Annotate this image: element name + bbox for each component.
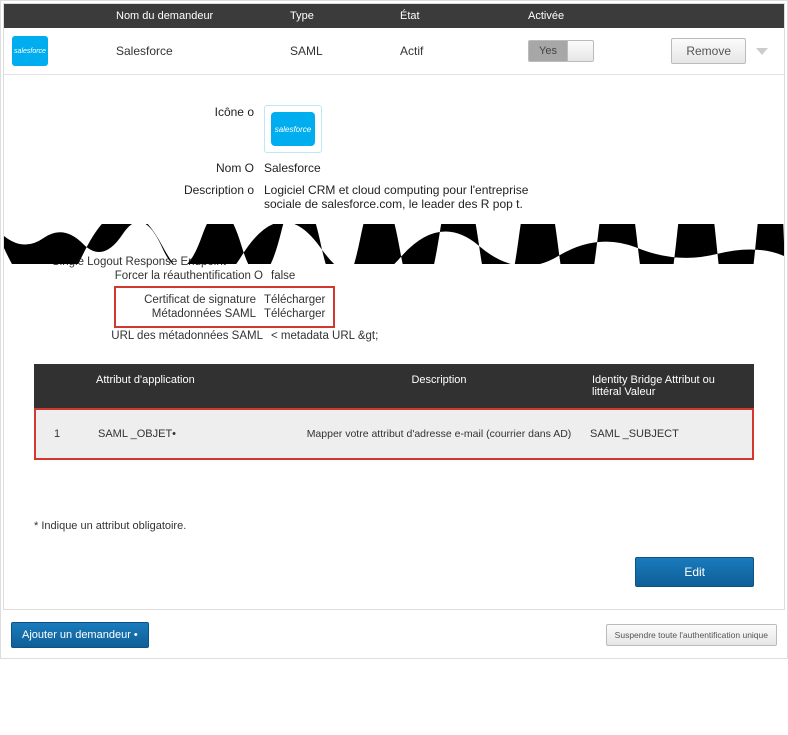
edit-button[interactable]: Edit xyxy=(635,557,754,587)
attr-row-desc: Mapper votre attribut d'adresse e-mail (… xyxy=(288,428,590,440)
attribute-table-section: Attribut d'application Description Ident… xyxy=(4,354,784,480)
icon-label: Icône o xyxy=(24,105,264,119)
required-footnote: * Indique un attribut obligatoire. xyxy=(4,480,784,557)
table-header: Nom du demandeur Type État Activée xyxy=(4,4,784,28)
post-tear-panel: Single Logout Response Endpoint Forcer l… xyxy=(4,256,784,354)
remove-button[interactable]: Remove xyxy=(671,38,746,64)
bottom-toolbar: Ajouter un demandeur • Suspendre toute l… xyxy=(3,610,785,656)
header-type: Type xyxy=(290,10,400,22)
download-cert-link[interactable]: Télécharger xyxy=(264,294,325,306)
download-highlight-box: Certificat de signature Télécharger Méta… xyxy=(114,286,335,328)
attr-table-header: Attribut d'application Description Ident… xyxy=(34,364,754,408)
active-toggle[interactable]: Yes xyxy=(528,40,594,62)
add-requester-button[interactable]: Ajouter un demandeur • xyxy=(11,622,149,648)
name-value: Salesforce xyxy=(264,161,564,175)
torn-paper-divider xyxy=(4,224,784,264)
metadata-url-value: < metadata URL &gt; xyxy=(271,330,378,342)
attr-row-highlight-box: 1 SAML _OBJET• Mapper votre attribut d'a… xyxy=(34,408,754,460)
header-name: Nom du demandeur xyxy=(116,10,290,22)
header-active: Activée xyxy=(528,10,628,22)
saml-metadata-label: Métadonnées SAML xyxy=(124,308,264,320)
header-state: État xyxy=(400,10,528,22)
salesforce-logo-icon: salesforce xyxy=(271,112,315,146)
description-value: Logiciel CRM et cloud computing pour l'e… xyxy=(264,183,564,211)
toggle-yes-label: Yes xyxy=(529,41,567,61)
salesforce-logo-icon: salesforce xyxy=(12,36,48,66)
reauth-label: Forcer la réauthentification O xyxy=(24,270,271,282)
table-row: 1 SAML _OBJET• Mapper votre attribut d'a… xyxy=(36,410,752,458)
attr-row-num: 1 xyxy=(48,428,98,440)
suspend-sso-button[interactable]: Suspendre toute l'authentification uniqu… xyxy=(606,624,777,646)
row-type: SAML xyxy=(290,44,400,58)
chevron-down-icon[interactable] xyxy=(756,48,768,55)
name-label: Nom O xyxy=(24,161,264,175)
signing-cert-label: Certificat de signature xyxy=(124,294,264,306)
download-metadata-link[interactable]: Télécharger xyxy=(264,308,325,320)
attr-header-desc: Description xyxy=(286,374,592,398)
toggle-knob xyxy=(567,41,593,61)
attr-header-idb: Identity Bridge Attribut ou littéral Val… xyxy=(592,374,742,398)
requester-row: salesforce Salesforce SAML Actif Yes Rem… xyxy=(4,28,784,75)
attr-row-idb: SAML _SUBJECT xyxy=(590,428,740,440)
attr-header-app: Attribut d'application xyxy=(96,374,286,398)
details-panel: Icône o salesforce Nom O Salesforce Desc… xyxy=(4,75,784,229)
metadata-url-label: URL des métadonnées SAML xyxy=(24,330,271,342)
row-name: Salesforce xyxy=(116,44,290,58)
row-state: Actif xyxy=(400,44,528,58)
app-icon-box: salesforce xyxy=(264,105,322,153)
attr-row-app: SAML _OBJET• xyxy=(98,428,288,440)
reauth-value: false xyxy=(271,270,295,282)
description-label: Description o xyxy=(24,183,264,197)
